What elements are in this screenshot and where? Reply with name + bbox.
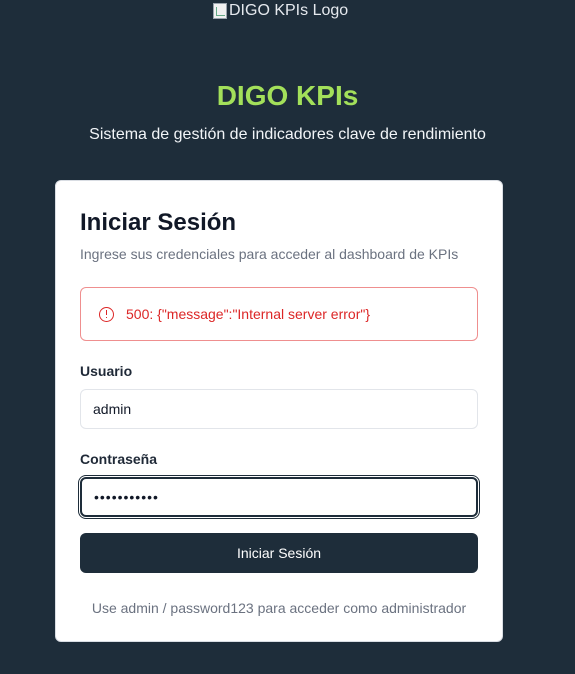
logo-alt-text: DIGO KPIs Logo [229,2,349,19]
username-label: Usuario [80,363,133,379]
app-title: DIGO KPIs [216,80,359,111]
logo-image: DIGO KPIs Logo [213,2,348,20]
alert-circle-icon [99,306,114,322]
login-title: Iniciar Sesión [80,209,237,236]
error-message: 500: {"message":"Internal server error"} [126,306,370,322]
login-description: Ingrese sus credenciales para acceder al… [80,246,459,262]
password-input[interactable] [80,477,478,517]
app-subtitle: Sistema de gestión de indicadores clave … [89,126,486,143]
password-label: Contraseña [80,451,158,467]
login-card: Iniciar Sesión Ingrese sus credenciales … [55,180,503,642]
login-button[interactable]: Iniciar Sesión [80,533,478,573]
credentials-hint: Use admin / password123 para acceder com… [91,600,467,616]
broken-image-icon [213,3,227,19]
username-input[interactable] [80,389,478,429]
error-alert: 500: {"message":"Internal server error"} [80,287,478,341]
